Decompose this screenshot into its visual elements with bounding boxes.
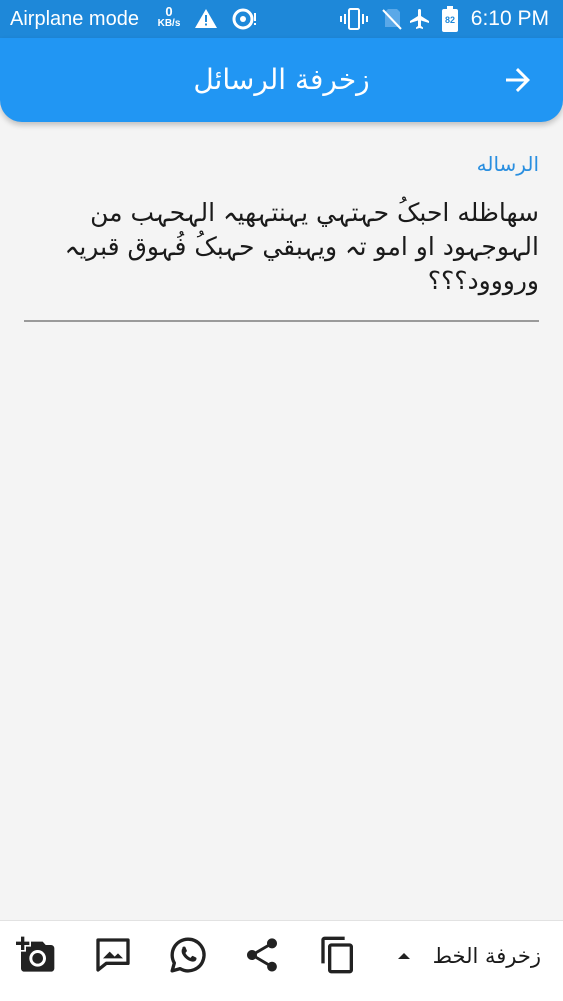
message-label: الرساله [476,152,539,176]
battery-level: 82 [444,15,455,25]
app-bar: زخرفة الرسائل [0,38,563,122]
network-speed-unit: KB/s [157,18,181,29]
copy-icon[interactable] [318,935,358,975]
battery-icon: 82 [442,6,458,32]
clock: 6:10 PM [470,7,549,30]
airplane-mode-label: Airplane mode [10,8,139,30]
whatsapp-icon[interactable] [168,935,208,975]
warning-icon [195,9,217,28]
no-sim-icon [382,9,402,30]
data-saver-icon [232,8,256,30]
network-speed-value: 0 [165,4,173,19]
share-icon[interactable] [242,935,282,975]
message-input[interactable]: سهاظله احبکُ حہتہي يہنتہهيہ الہحہب من ال… [24,196,539,298]
airplane-icon [410,9,429,29]
font-style-dropdown[interactable]: زخرفة الخط [433,942,541,970]
dropdown-arrow-icon[interactable] [396,948,412,964]
bottom-toolbar: زخرفة الخط [0,920,563,1001]
add-photo-icon[interactable] [16,935,56,975]
vibrate-icon [340,8,368,30]
network-speed: 0 KB/s [156,5,182,29]
arrow-forward-icon[interactable] [500,62,536,98]
app-title: زخرفة الرسائل [193,63,370,96]
image-message-icon[interactable] [93,935,133,975]
status-bar: Airplane mode 0 KB/s 82 6:10 PM [0,0,563,38]
input-underline [24,320,539,322]
